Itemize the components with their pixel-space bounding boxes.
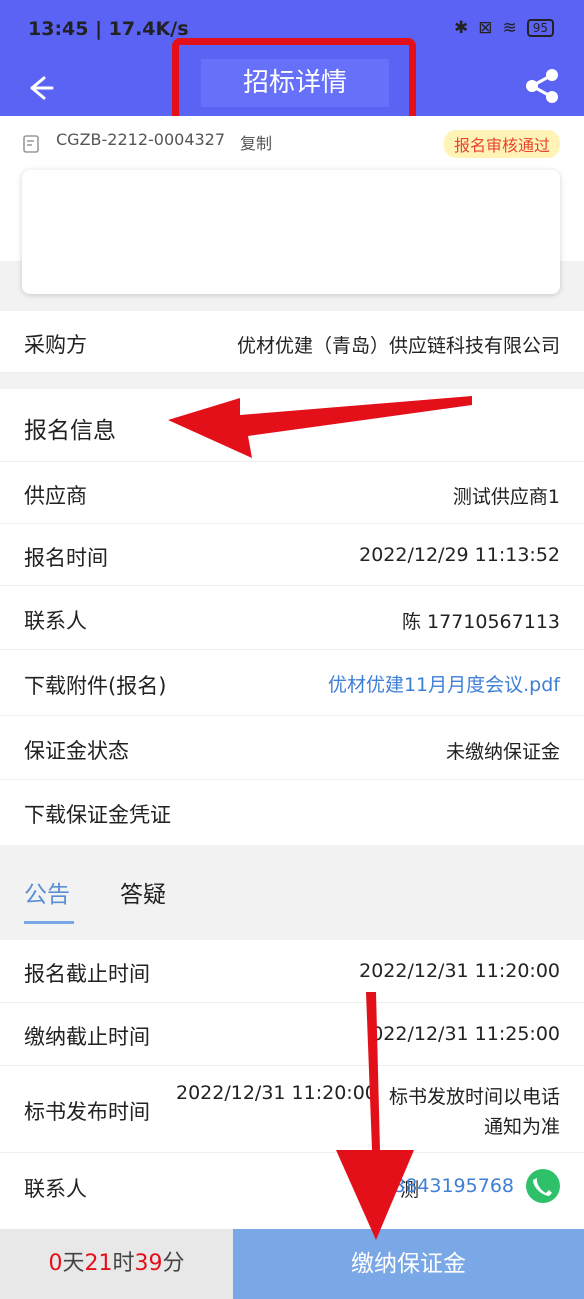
countdown-mins: 39 bbox=[134, 1251, 163, 1276]
row-label: 报名截止时间 bbox=[24, 962, 150, 986]
countdown-day-unit: 天 bbox=[62, 1251, 85, 1276]
share-icon[interactable] bbox=[522, 66, 562, 106]
back-arrow-icon[interactable] bbox=[20, 68, 60, 108]
countdown-hour-unit: 时 bbox=[112, 1251, 135, 1276]
row-value: 陈 17710567113 bbox=[401, 611, 560, 633]
row-value-note: 标书发放时间以电话 bbox=[388, 1086, 560, 1108]
row-label: 保证金状态 bbox=[24, 739, 129, 763]
signup-time-row: 报名时间 2022/12/29 11:13:52 bbox=[0, 524, 584, 586]
row-label: 下载保证金凭证 bbox=[24, 803, 171, 827]
supplier-row: 供应商 测试供应商1 bbox=[0, 462, 584, 524]
row-label: 供应商 bbox=[24, 484, 87, 508]
row-label: 联系人 bbox=[24, 1177, 87, 1201]
row-value: 2022/12/29 11:13:52 bbox=[359, 544, 560, 566]
row-value-time: 2022/12/31 11:20:00 bbox=[176, 1082, 377, 1104]
row-label: 联系人 bbox=[24, 609, 87, 633]
tab-underline bbox=[24, 921, 74, 924]
deposit-status-row: 保证金状态 未缴纳保证金 bbox=[0, 716, 584, 780]
row-value: 未缴纳保证金 bbox=[445, 741, 560, 763]
signup-section-header: 报名信息 bbox=[0, 389, 584, 462]
payment-deadline-row: 缴纳截止时间 022/12/31 11:25:00 bbox=[0, 1003, 584, 1066]
page-title: 招标详情 bbox=[201, 59, 389, 107]
signup-title: 报名信息 bbox=[24, 418, 116, 444]
divider bbox=[0, 373, 584, 389]
countdown: 0天21时39分 bbox=[0, 1229, 233, 1299]
contact-phone[interactable]: 8843195768 bbox=[393, 1175, 514, 1197]
announce-contact-row: 联系人 测 8843195768 bbox=[0, 1153, 584, 1229]
tab-qa[interactable]: 答疑 bbox=[120, 875, 166, 909]
row-value: 测试供应商1 bbox=[452, 486, 560, 508]
copy-button[interactable]: 复制 bbox=[240, 130, 272, 154]
purchaser-row: 采购方 优材优建（青岛）供应链科技有限公司 bbox=[0, 311, 584, 373]
countdown-hours: 21 bbox=[84, 1251, 113, 1276]
blank-card bbox=[22, 170, 560, 294]
purchaser-value: 优材优建（青岛）供应链科技有限公司 bbox=[236, 335, 560, 357]
status-badge: 报名审核通过 bbox=[443, 130, 560, 158]
countdown-days: 0 bbox=[48, 1251, 63, 1276]
bottom-bar: 0天21时39分 缴纳保证金 bbox=[0, 1229, 584, 1299]
row-value: 2022/12/31 11:20:00 bbox=[359, 960, 560, 982]
tender-code: CGZB-2212-0004327 bbox=[56, 130, 226, 149]
phone-icon[interactable] bbox=[526, 1169, 560, 1203]
tab-announcement[interactable]: 公告 bbox=[24, 875, 70, 909]
row-label: 标书发布时间 bbox=[24, 1100, 150, 1124]
contact-row: 联系人 陈 17710567113 bbox=[0, 586, 584, 650]
tab-bar: 公告 答疑 bbox=[0, 845, 584, 940]
row-label: 下载附件(报名) bbox=[24, 674, 167, 698]
countdown-min-unit: 分 bbox=[162, 1251, 185, 1276]
row-label: 报名时间 bbox=[24, 546, 108, 570]
bid-release-row: 标书发布时间 2022/12/31 11:20:00 标书发放时间以电话 通知为… bbox=[0, 1066, 584, 1153]
attachment-link[interactable]: 优材优建11月月度会议.pdf bbox=[328, 670, 560, 697]
nav-bar: 招标详情 bbox=[0, 38, 584, 128]
purchaser-label: 采购方 bbox=[24, 333, 87, 357]
signup-deadline-row: 报名截止时间 2022/12/31 11:20:00 bbox=[0, 940, 584, 1003]
title-highlight-box: 招标详情 bbox=[172, 38, 416, 128]
status-time: 13:45 | 17.4K/s bbox=[28, 18, 189, 40]
pay-deposit-button[interactable]: 缴纳保证金 bbox=[233, 1229, 584, 1299]
deposit-voucher-row[interactable]: 下载保证金凭证 bbox=[0, 780, 584, 845]
row-value-note-2: 通知为准 bbox=[483, 1116, 560, 1138]
sim-icon: ⊠ bbox=[478, 18, 493, 38]
wifi-icon: ≋ bbox=[502, 18, 517, 38]
status-icons: ✱ ⊠ ≋ 95 bbox=[454, 18, 554, 38]
attachment-row[interactable]: 下载附件(报名) 优材优建11月月度会议.pdf bbox=[0, 650, 584, 716]
row-label: 缴纳截止时间 bbox=[24, 1025, 150, 1049]
bluetooth-icon: ✱ bbox=[453, 18, 469, 38]
document-icon bbox=[22, 134, 42, 154]
row-value: 022/12/31 11:25:00 bbox=[371, 1023, 560, 1045]
battery-icon: 95 bbox=[526, 19, 554, 37]
